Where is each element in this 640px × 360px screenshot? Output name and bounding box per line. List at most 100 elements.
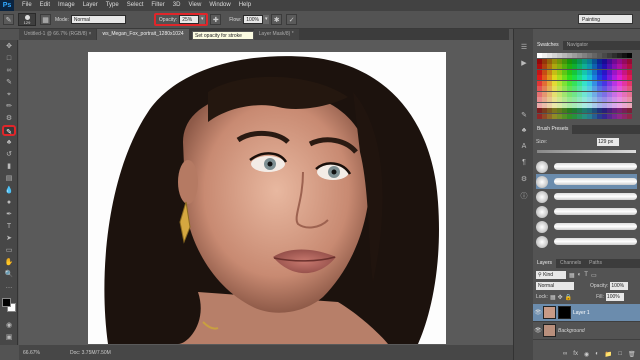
color-swatch[interactable] xyxy=(587,75,592,80)
tab-portrait[interactable]: ws_Megan_Fox_portrait_1280x1024 xyxy=(97,29,189,40)
color-swatch[interactable] xyxy=(612,69,617,75)
color-swatch[interactable] xyxy=(582,97,587,102)
info-panel-icon[interactable]: ⓘ xyxy=(517,191,531,203)
path-select-tool-icon[interactable]: ➤ xyxy=(2,233,16,244)
color-swatch[interactable] xyxy=(617,53,622,58)
color-swatch[interactable] xyxy=(582,113,587,119)
color-swatch[interactable] xyxy=(562,53,567,58)
color-swatch[interactable] xyxy=(552,91,557,97)
color-swatch[interactable] xyxy=(602,102,607,108)
color-swatch[interactable] xyxy=(582,86,587,91)
color-swatch[interactable] xyxy=(557,97,562,102)
color-swatch[interactable] xyxy=(612,86,617,91)
color-swatch[interactable] xyxy=(617,80,622,86)
menu-file[interactable]: File xyxy=(18,0,36,11)
color-swatch[interactable] xyxy=(607,64,612,69)
color-swatch[interactable] xyxy=(592,53,597,58)
color-swatch[interactable] xyxy=(607,91,612,97)
pressure-opacity-icon[interactable]: ✚ xyxy=(210,14,222,25)
color-swatch[interactable] xyxy=(592,80,597,86)
color-swatch[interactable] xyxy=(542,86,547,91)
color-swatch[interactable] xyxy=(592,108,597,113)
color-swatch[interactable] xyxy=(622,86,627,91)
color-swatch[interactable] xyxy=(577,64,582,69)
color-swatch[interactable] xyxy=(627,113,632,119)
color-swatch[interactable] xyxy=(602,113,607,119)
color-swatch[interactable] xyxy=(537,86,542,91)
color-swatch[interactable] xyxy=(557,58,562,64)
color-swatch[interactable] xyxy=(627,80,632,86)
color-swatch[interactable] xyxy=(547,53,552,58)
color-swatch[interactable] xyxy=(612,80,617,86)
color-swatch[interactable] xyxy=(552,64,557,69)
eyedropper-tool-icon[interactable]: ✏ xyxy=(2,101,16,112)
color-swatch[interactable] xyxy=(582,75,587,80)
color-swatch[interactable] xyxy=(552,58,557,64)
color-swatch[interactable] xyxy=(572,102,577,108)
flow-dropdown-arrow-icon[interactable]: ▾ xyxy=(263,15,270,24)
color-swatch[interactable] xyxy=(542,53,547,58)
filter-adjust-icon[interactable]: ◐ xyxy=(578,272,582,278)
tab-paths[interactable]: Paths xyxy=(585,259,606,268)
color-swatch[interactable] xyxy=(547,69,552,75)
brush-preset-picker[interactable]: 129 xyxy=(18,13,36,26)
layer-row-background[interactable]: 👁 Background xyxy=(533,322,640,340)
color-swatch[interactable] xyxy=(547,58,552,64)
color-swatch[interactable] xyxy=(552,69,557,75)
color-swatch[interactable] xyxy=(562,108,567,113)
color-swatch[interactable] xyxy=(622,113,627,119)
color-swatch[interactable] xyxy=(557,75,562,80)
color-swatch[interactable] xyxy=(552,97,557,102)
color-swatch[interactable] xyxy=(607,69,612,75)
brush-preset-item[interactable] xyxy=(536,159,637,174)
color-swatch[interactable] xyxy=(607,58,612,64)
color-swatch[interactable] xyxy=(567,75,572,80)
color-swatch[interactable] xyxy=(537,102,542,108)
color-swatch[interactable] xyxy=(597,113,602,119)
color-swatch[interactable] xyxy=(597,69,602,75)
tab-brush-presets[interactable]: Brush Presets xyxy=(533,125,573,134)
color-swatch[interactable] xyxy=(612,64,617,69)
color-swatch[interactable] xyxy=(602,58,607,64)
color-swatch[interactable] xyxy=(547,97,552,102)
color-swatch[interactable] xyxy=(547,75,552,80)
color-swatch[interactable] xyxy=(617,64,622,69)
foreground-color-swatch[interactable] xyxy=(2,298,11,307)
color-swatch[interactable] xyxy=(607,97,612,102)
color-swatch[interactable] xyxy=(597,102,602,108)
color-swatch[interactable] xyxy=(612,91,617,97)
color-swatch[interactable] xyxy=(607,108,612,113)
color-swatch[interactable] xyxy=(577,80,582,86)
color-swatch[interactable] xyxy=(597,97,602,102)
color-swatch[interactable] xyxy=(552,108,557,113)
visibility-eye-icon[interactable]: 👁 xyxy=(533,327,543,334)
color-swatch[interactable] xyxy=(572,69,577,75)
filter-shape-icon[interactable]: ▭ xyxy=(591,272,597,279)
color-swatch[interactable] xyxy=(572,91,577,97)
color-swatch[interactable] xyxy=(577,113,582,119)
color-swatch[interactable] xyxy=(582,58,587,64)
color-swatch[interactable] xyxy=(562,75,567,80)
color-swatch[interactable] xyxy=(542,75,547,80)
color-swatch[interactable] xyxy=(557,86,562,91)
color-swatch[interactable] xyxy=(547,108,552,113)
color-swatch[interactable] xyxy=(592,58,597,64)
paragraph-panel-icon[interactable]: ¶ xyxy=(517,159,531,171)
color-swatch[interactable] xyxy=(577,58,582,64)
lock-pixels-icon[interactable]: ▦ xyxy=(550,294,556,301)
color-swatch[interactable] xyxy=(582,53,587,58)
color-swatch[interactable] xyxy=(572,113,577,119)
color-swatch[interactable] xyxy=(592,97,597,102)
color-swatch[interactable] xyxy=(577,75,582,80)
color-swatch[interactable] xyxy=(577,53,582,58)
color-swatch[interactable] xyxy=(567,53,572,58)
brush-panel-toggle-icon[interactable]: ▦ xyxy=(40,14,51,25)
color-swatch[interactable] xyxy=(602,86,607,91)
crop-tool-icon[interactable]: ⌖ xyxy=(2,89,16,100)
color-swatch[interactable] xyxy=(587,86,592,91)
color-swatch[interactable] xyxy=(577,108,582,113)
quick-mask-icon[interactable]: ◉ xyxy=(2,320,16,331)
color-swatch[interactable] xyxy=(542,80,547,86)
color-swatch[interactable] xyxy=(542,108,547,113)
color-swatch[interactable] xyxy=(567,97,572,102)
